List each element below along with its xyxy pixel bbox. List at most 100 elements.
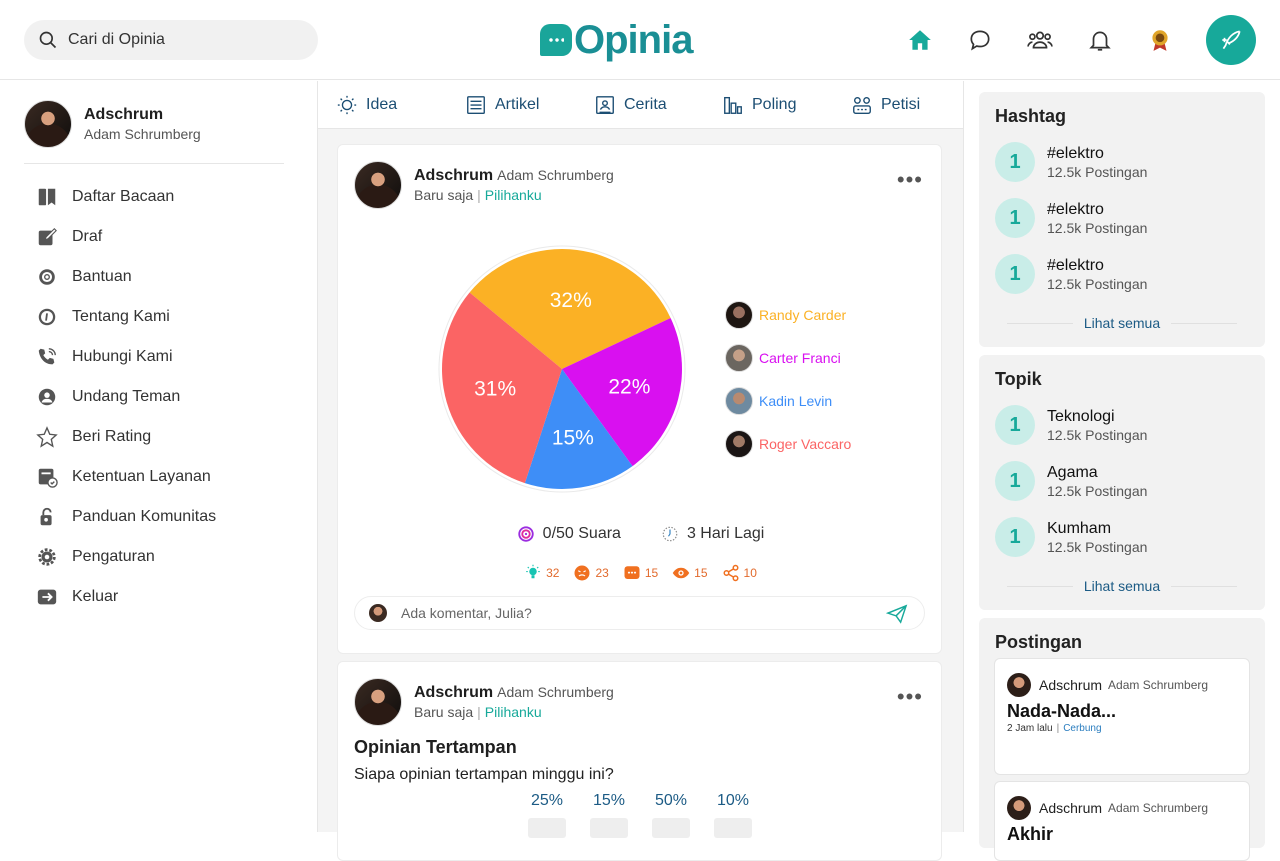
search-bar[interactable] <box>24 20 318 60</box>
sidebar-item-beri-rating[interactable]: Beri Rating <box>36 417 216 457</box>
legend-item[interactable]: Roger Vaccaro <box>725 422 851 465</box>
petition-icon <box>853 96 871 114</box>
quill-icon <box>1222 30 1241 50</box>
panel-title: Postingan <box>995 632 1083 652</box>
poll-option[interactable]: 10% <box>714 792 752 838</box>
sidebar-item-keluar[interactable]: Keluar <box>36 577 216 617</box>
info-icon <box>38 308 56 326</box>
sidebar-item-hubungi-kami[interactable]: Hubungi Kami <box>36 337 216 377</box>
bell-icon[interactable] <box>1082 22 1118 58</box>
avatar[interactable] <box>354 678 402 726</box>
star-icon <box>36 426 58 448</box>
comment-icon <box>624 566 640 579</box>
tab-cerita[interactable]: Cerita <box>594 94 667 116</box>
avatar <box>725 300 753 329</box>
post-category[interactable]: Pilihanku <box>485 704 542 720</box>
post-author-name[interactable]: Adschrum <box>414 167 493 184</box>
sidebar-item-tentang-kami[interactable]: Tentang Kami <box>36 297 216 337</box>
poll-option[interactable]: 15% <box>590 792 628 838</box>
user-profile[interactable]: Adschrum Adam Schrumberg <box>24 100 201 148</box>
rank-badge: 1 <box>995 254 1035 294</box>
more-options-icon[interactable]: ••• <box>897 169 923 191</box>
guide-icon <box>40 507 52 526</box>
sidebar-item-pengaturan[interactable]: Pengaturan <box>36 537 216 577</box>
hashtag-item[interactable]: 1 #elektro 12.5k Postingan <box>995 254 1147 294</box>
post-category[interactable]: Cerbung <box>1063 723 1101 734</box>
time-left-stat: 3 Hari Lagi <box>661 525 764 543</box>
see-all-link[interactable]: Lihat semua <box>979 315 1265 331</box>
avatar[interactable] <box>354 161 402 209</box>
sidebar-item-label: Panduan Komunitas <box>72 508 217 525</box>
tab-artikel[interactable]: Artikel <box>465 94 539 116</box>
eye-icon <box>672 567 690 579</box>
legend-item[interactable]: Kadin Levin <box>725 379 851 422</box>
profile-username: Adam Schrumberg <box>84 126 201 142</box>
sidebar-item-undang-teman[interactable]: Undang Teman <box>36 377 216 417</box>
more-options-icon[interactable]: ••• <box>897 686 923 708</box>
post-preview-card[interactable]: Adschrum Adam Schrumberg Nada-Nada... 2 … <box>994 658 1250 775</box>
post-author-name: Adschrum <box>1039 677 1103 693</box>
post-title: Opinian Tertampan <box>354 737 517 757</box>
logo[interactable]: Opinia <box>540 18 693 62</box>
sidebar-item-panduan-komunitas[interactable]: Panduan Komunitas <box>36 497 216 537</box>
groups-icon[interactable] <box>1022 22 1058 58</box>
comments-stat[interactable]: 15 <box>623 564 658 582</box>
poll-options: 25% 15% 50% 10% <box>528 792 752 838</box>
logo-text: Opinia <box>574 18 693 62</box>
award-icon[interactable] <box>1142 22 1178 58</box>
draft-icon <box>38 227 57 246</box>
post-category[interactable]: Pilihanku <box>485 187 542 203</box>
votes-text: 0/50 Suara <box>542 525 621 542</box>
angry-face-icon <box>574 565 590 581</box>
search-input[interactable] <box>68 31 288 49</box>
sidebar-item-label: Bantuan <box>72 268 132 285</box>
post-preview-card[interactable]: Adschrum Adam Schrumberg Akhir <box>994 781 1250 861</box>
option-percent: 50% <box>654 792 688 809</box>
topic-item[interactable]: 1 Teknologi 12.5k Postingan <box>995 405 1147 445</box>
tab-petisi[interactable]: Petisi <box>851 94 920 116</box>
tab-poling[interactable]: Poling <box>722 94 796 116</box>
create-post-button[interactable] <box>1206 15 1256 65</box>
sidebar-item-label: Beri Rating <box>72 428 152 445</box>
sidebar-item-ketentuan-layanan[interactable]: Ketentuan Layanan <box>36 457 216 497</box>
share-action[interactable]: 10 <box>722 564 757 582</box>
chat-icon[interactable] <box>962 22 998 58</box>
post-time: Baru saja <box>414 704 474 720</box>
gear-icon <box>38 548 56 566</box>
topic-name: Kumham <box>1047 519 1112 537</box>
option-bar <box>590 818 628 838</box>
top-bar: Opinia <box>0 0 1280 80</box>
rank-badge: 1 <box>995 142 1035 182</box>
tab-label: Petisi <box>881 96 921 113</box>
sidebar-item-draf[interactable]: Draf <box>36 217 216 257</box>
hashtag-panel: Hashtag 1 #elektro 12.5k Postingan 1 #ele… <box>979 92 1265 347</box>
avatar <box>725 429 753 458</box>
topic-item[interactable]: 1 Kumham 12.5k Postingan <box>995 517 1147 557</box>
sidebar-item-bantuan[interactable]: Bantuan <box>36 257 216 297</box>
sidebar-item-daftar-bacaan[interactable]: Daftar Bacaan <box>36 177 216 217</box>
tab-idea[interactable]: Idea <box>336 94 397 116</box>
ideas-reaction[interactable]: 32 <box>524 564 559 582</box>
topic-name: Teknologi <box>1047 407 1115 425</box>
poll-option[interactable]: 25% <box>528 792 566 838</box>
post-count: 12.5k Postingan <box>1047 426 1148 443</box>
option-percent: 25% <box>530 792 564 809</box>
post-author-name[interactable]: Adschrum <box>414 684 493 701</box>
hashtag-item[interactable]: 1 #elektro 12.5k Postingan <box>995 142 1147 182</box>
topic-item[interactable]: 1 Agama 12.5k Postingan <box>995 461 1147 501</box>
lifebuoy-icon <box>39 269 55 285</box>
angry-reaction[interactable]: 23 <box>573 564 609 582</box>
send-icon[interactable] <box>886 604 908 624</box>
reaction-count: 23 <box>595 566 609 580</box>
comment-box[interactable] <box>354 596 925 630</box>
home-icon[interactable] <box>902 22 938 58</box>
see-all-link[interactable]: Lihat semua <box>979 578 1265 594</box>
option-bar <box>714 818 752 838</box>
comment-input[interactable] <box>401 605 861 621</box>
legend-item[interactable]: Carter Franci <box>725 336 851 379</box>
hashtag-item[interactable]: 1 #elektro 12.5k Postingan <box>995 198 1147 238</box>
avatar <box>369 604 387 622</box>
poll-option[interactable]: 50% <box>652 792 690 838</box>
legend-item[interactable]: Randy Carder <box>725 293 851 336</box>
left-sidebar: Adschrum Adam Schrumberg Daftar Bacaan D… <box>0 81 318 832</box>
